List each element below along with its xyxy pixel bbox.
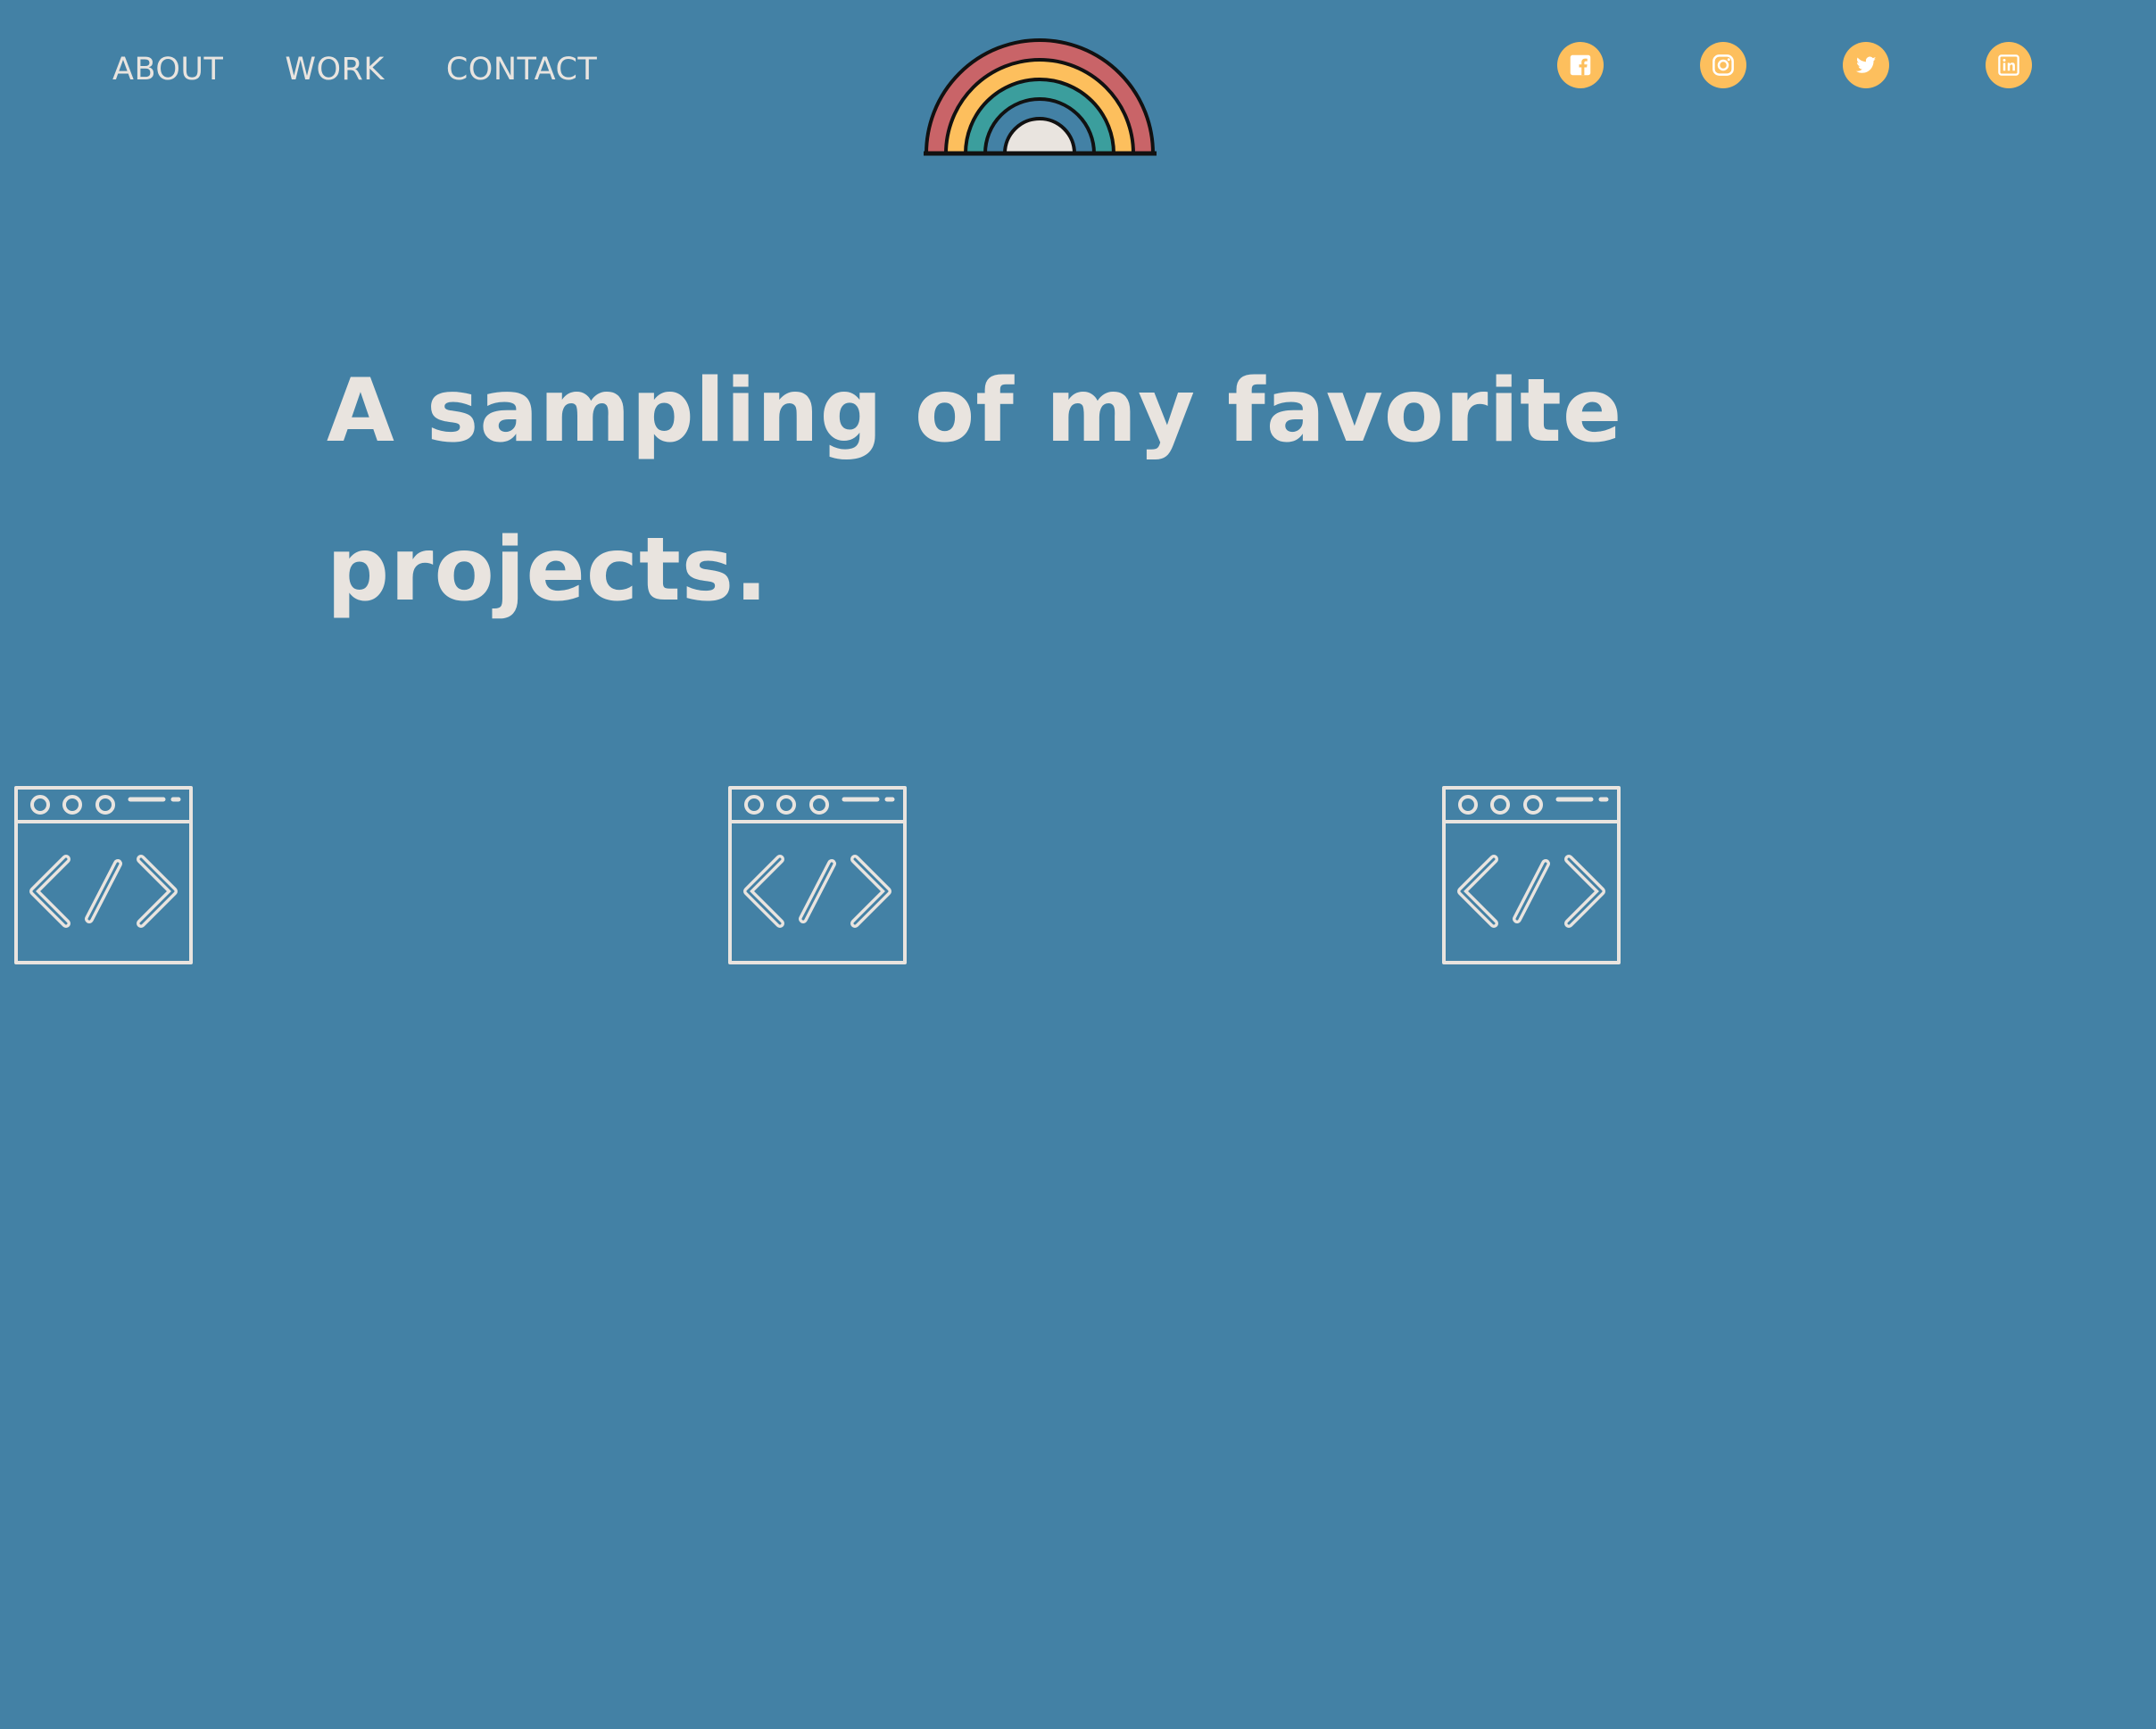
nav-link-contact[interactable]: CONTACT: [446, 46, 597, 93]
twitter-icon[interactable]: [1843, 42, 1889, 88]
nav-link-work[interactable]: WORK: [285, 46, 384, 93]
project-card-3[interactable]: [1442, 786, 1621, 964]
project-card-1[interactable]: [14, 786, 193, 964]
nav-link-about[interactable]: ABOUT: [112, 46, 223, 93]
instagram-glyph: [1712, 54, 1734, 76]
code-window-icon: [14, 786, 193, 964]
rainbow-icon: [924, 38, 1157, 156]
facebook-icon[interactable]: [1557, 42, 1604, 88]
twitter-glyph: [1855, 56, 1877, 73]
main-nav: ABOUT WORK CONTACT: [112, 46, 597, 93]
facebook-glyph: [1570, 54, 1591, 76]
page: ABOUT WORK CONTACT A sampling of my favo…: [0, 0, 2156, 1729]
instagram-icon[interactable]: [1700, 42, 1746, 88]
social-links: [1557, 42, 2032, 88]
linkedin-icon[interactable]: [1986, 42, 2032, 88]
linkedin-glyph: [1998, 54, 2019, 76]
page-heading: A sampling of my favorite projects.: [327, 360, 1623, 621]
code-window-icon: [1442, 786, 1621, 964]
project-card-2[interactable]: [728, 786, 907, 964]
code-window-icon: [728, 786, 907, 964]
rainbow-logo[interactable]: [924, 30, 1157, 157]
